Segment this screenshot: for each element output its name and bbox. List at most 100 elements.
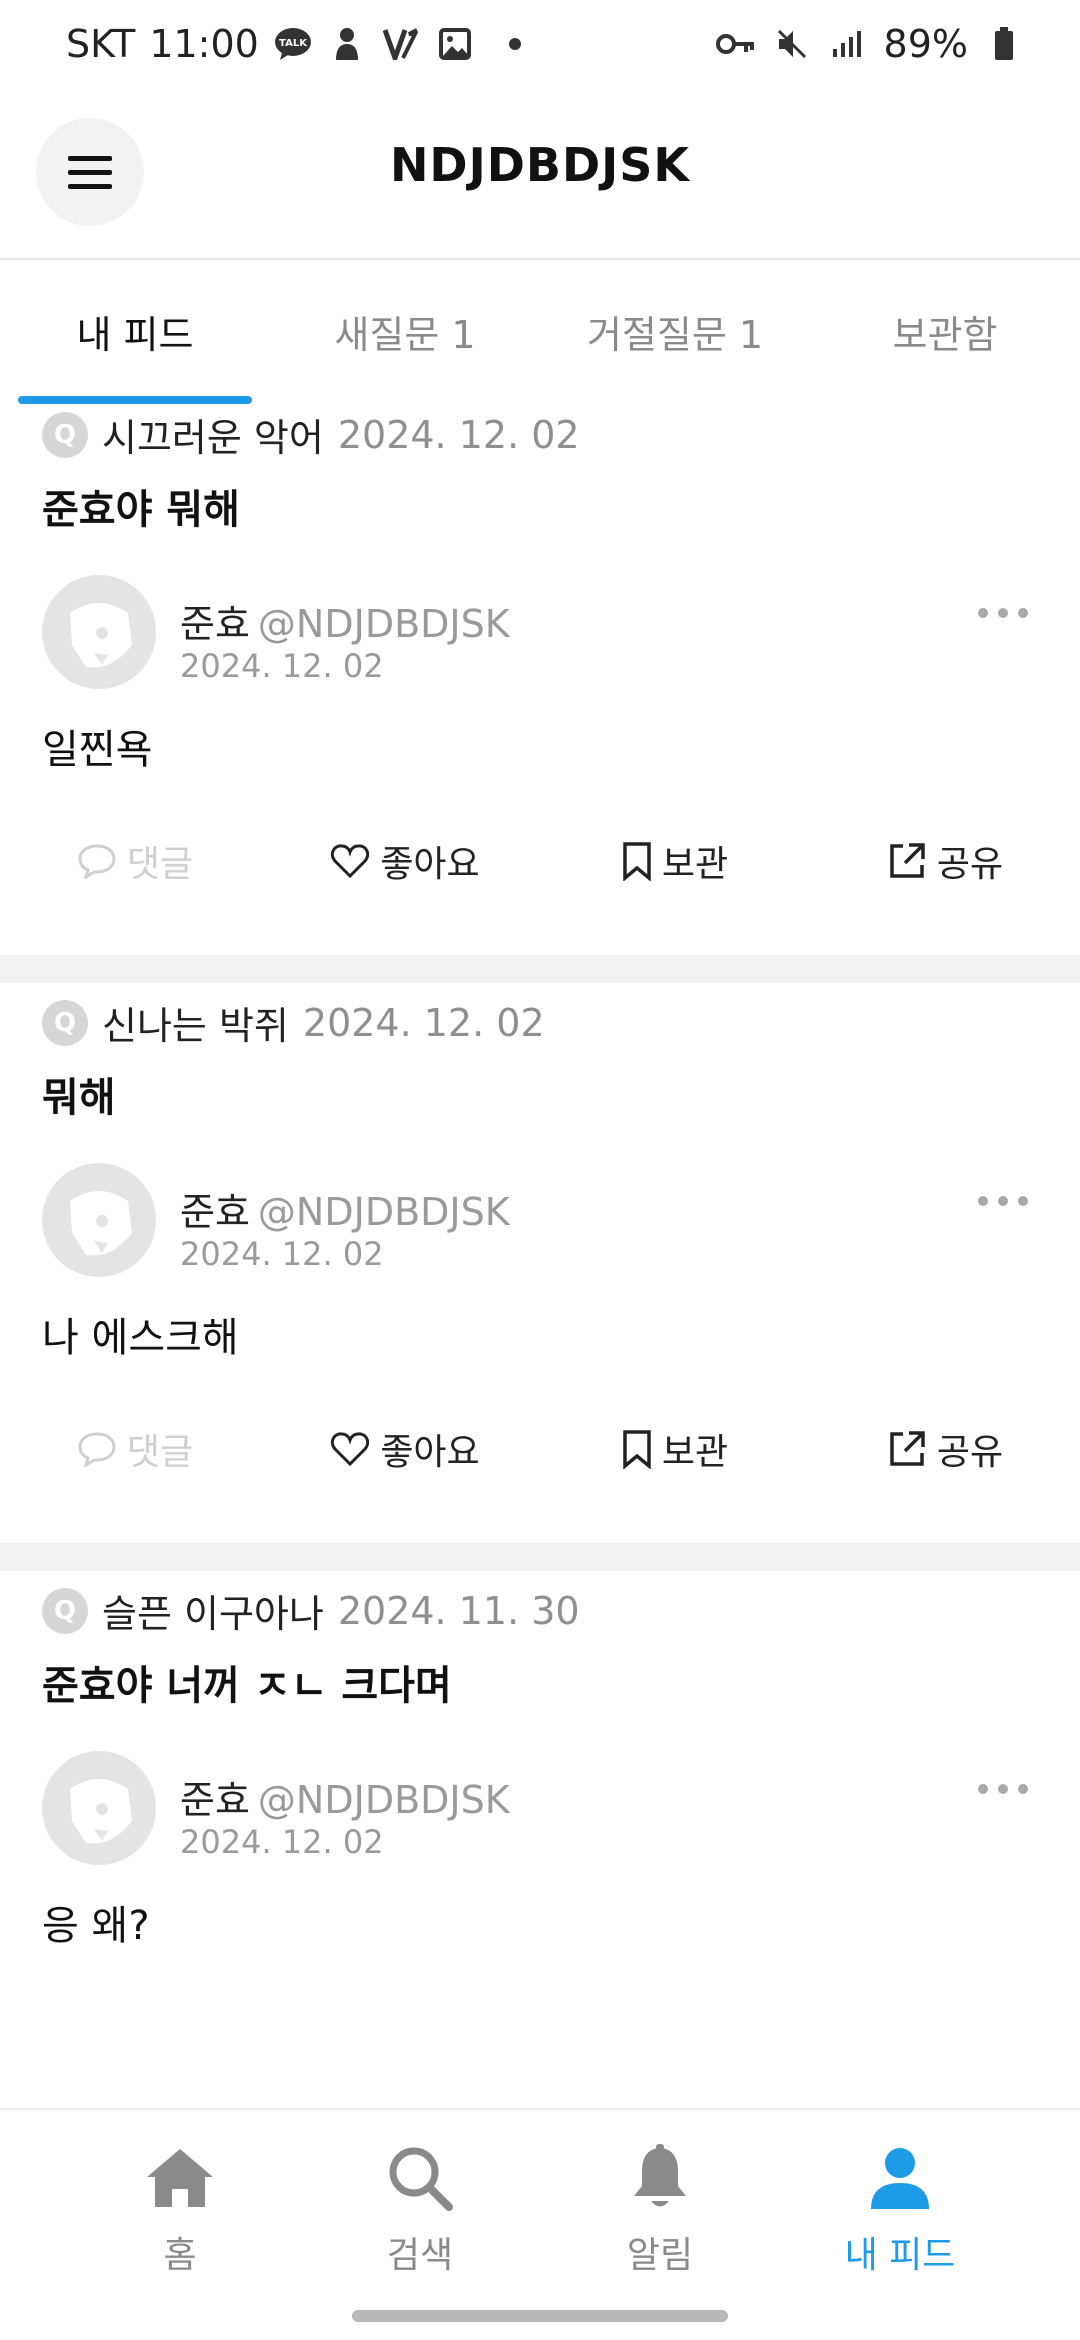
more-options-button[interactable] — [978, 601, 1028, 625]
post-actions: 댓글 좋아요 보관 공유 — [0, 1413, 1080, 1493]
post-actions: 댓글 좋아요 보관 공유 — [0, 825, 1080, 905]
svg-text:TALK: TALK — [279, 38, 308, 49]
author-name: 준효 — [180, 1190, 250, 1234]
tab-my-feed[interactable]: 내 피드 — [0, 304, 270, 359]
like-label: 좋아요 — [380, 1432, 480, 1473]
answer-date: 2024. 12. 02 — [180, 1823, 384, 1861]
default-avatar-icon — [70, 1779, 132, 1844]
more-dot — [998, 608, 1008, 618]
tab-new-questions[interactable]: 새질문 1 — [270, 304, 540, 359]
notification-dot-icon — [508, 38, 521, 50]
pet-icon — [327, 24, 367, 64]
battery-percent: 89% — [883, 22, 968, 66]
question-badge: Q — [42, 999, 88, 1046]
more-options-button[interactable] — [978, 1189, 1028, 1213]
question-text[interactable]: 준효야 뭐해 — [42, 477, 240, 535]
bookmark-icon — [623, 1430, 651, 1469]
share-button[interactable]: 공유 — [810, 1423, 1080, 1475]
answer-text: 응 왜? — [42, 1903, 150, 1949]
more-dot — [998, 1784, 1008, 1794]
status-right: 89% — [715, 22, 1024, 66]
app-header: NDJDBDJSK — [0, 100, 1080, 260]
tab-rejected-questions[interactable]: 거절질문 1 — [540, 304, 810, 359]
battery-icon — [984, 24, 1024, 64]
nav-search[interactable]: 검색 — [300, 2140, 540, 2278]
nav-home[interactable]: 홈 — [60, 2140, 300, 2278]
more-dot — [998, 1196, 1008, 1206]
nav-notifications-label: 알림 — [626, 2235, 694, 2276]
feed-post: Q 시끄러운 악어 2024. 12. 02 준효야 뭐해 준효 @NDJDBDJ… — [0, 395, 1080, 955]
question-date: 2024. 11. 30 — [337, 1588, 580, 1633]
search-icon — [382, 2140, 458, 2216]
question-meta: Q 슬픈 이구아나 2024. 11. 30 — [42, 1583, 580, 1638]
author-line: 준효 @NDJDBDJSK — [180, 1181, 510, 1236]
comment-icon — [78, 844, 116, 879]
share-label: 공유 — [936, 844, 1004, 885]
save-button[interactable]: 보관 — [540, 1423, 810, 1475]
share-button[interactable]: 공유 — [810, 835, 1080, 887]
question-badge: Q — [42, 411, 88, 458]
vpn-icon — [381, 24, 421, 64]
author-name: 준효 — [180, 602, 250, 646]
asker-nickname: 신나는 박쥐 — [102, 1004, 289, 1048]
feed-post: Q 신나는 박쥐 2024. 12. 02 뭐해 준효 @NDJDBDJSK 20… — [0, 983, 1080, 1543]
page-title: NDJDBDJSK — [389, 138, 691, 192]
more-dot — [1018, 608, 1028, 618]
home-icon — [142, 2140, 218, 2216]
question-meta: Q 신나는 박쥐 2024. 12. 02 — [42, 995, 545, 1050]
save-label: 보관 — [661, 844, 729, 885]
author-handle: @NDJDBDJSK — [257, 602, 510, 646]
author-name: 준효 — [180, 1778, 250, 1822]
question-date: 2024. 12. 02 — [302, 1000, 545, 1045]
comment-button[interactable]: 댓글 — [0, 835, 270, 887]
nav-search-label: 검색 — [386, 2235, 454, 2276]
bookmark-icon — [623, 842, 651, 881]
share-icon — [890, 843, 925, 878]
bell-icon — [622, 2140, 698, 2216]
comment-icon — [78, 1432, 116, 1467]
avatar[interactable] — [42, 575, 156, 689]
question-date: 2024. 12. 02 — [337, 412, 580, 457]
author-handle: @NDJDBDJSK — [257, 1190, 510, 1234]
feed-tabs: 내 피드 새질문 1 거절질문 1 보관함 — [0, 262, 1080, 404]
talk-icon: TALK — [273, 24, 313, 64]
asker-nickname: 시끄러운 악어 — [102, 416, 324, 460]
answer-date: 2024. 12. 02 — [180, 1235, 384, 1273]
heart-icon — [331, 1432, 370, 1467]
author-line: 준효 @NDJDBDJSK — [180, 1769, 510, 1824]
more-dot — [1018, 1784, 1028, 1794]
comment-label: 댓글 — [126, 1432, 194, 1473]
question-text[interactable]: 뭐해 — [42, 1065, 116, 1123]
bottom-navigation: 홈 검색 알림 내 피드 — [0, 2108, 1080, 2340]
asker-nickname: 슬픈 이구아나 — [102, 1592, 324, 1636]
default-avatar-icon — [70, 603, 132, 668]
like-label: 좋아요 — [380, 844, 480, 885]
default-avatar-icon — [70, 1191, 132, 1256]
tab-archive[interactable]: 보관함 — [810, 304, 1080, 359]
nav-home-label: 홈 — [163, 2235, 197, 2276]
nav-my-feed[interactable]: 내 피드 — [780, 2140, 1020, 2278]
status-bar: SKT 11:00 TALK 89% — [0, 0, 1080, 100]
like-button[interactable]: 좋아요 — [270, 835, 540, 887]
question-text[interactable]: 준효야 너꺼 ㅈㄴ 크다며 — [42, 1653, 452, 1711]
nav-notifications[interactable]: 알림 — [540, 2140, 780, 2278]
save-button[interactable]: 보관 — [540, 835, 810, 887]
gesture-home-bar[interactable] — [352, 2310, 728, 2322]
save-label: 보관 — [661, 1432, 729, 1473]
more-dot — [978, 608, 988, 618]
carrier-label: SKT — [66, 22, 136, 66]
like-button[interactable]: 좋아요 — [270, 1423, 540, 1475]
post-divider — [0, 1543, 1080, 1571]
avatar[interactable] — [42, 1751, 156, 1865]
avatar[interactable] — [42, 1163, 156, 1277]
comment-button[interactable]: 댓글 — [0, 1423, 270, 1475]
more-options-button[interactable] — [978, 1777, 1028, 1801]
nav-my-feed-label: 내 피드 — [844, 2235, 956, 2276]
status-left: SKT 11:00 TALK — [66, 22, 521, 66]
share-icon — [890, 1431, 925, 1466]
mute-icon — [772, 24, 812, 64]
feed-post: Q 슬픈 이구아나 2024. 11. 30 준효야 너꺼 ㅈㄴ 크다며 준효 @… — [0, 1571, 1080, 2131]
answer-date: 2024. 12. 02 — [180, 647, 384, 685]
post-divider — [0, 955, 1080, 983]
more-dot — [978, 1196, 988, 1206]
